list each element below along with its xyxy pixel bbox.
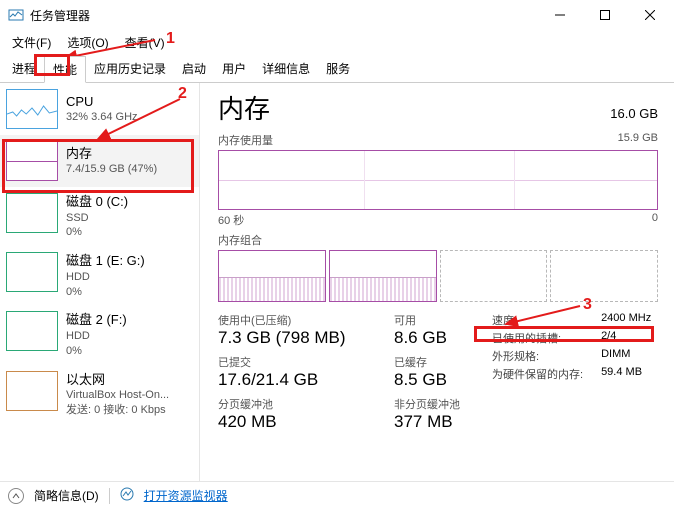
open-resource-monitor-link[interactable]: 打开资源监视器 (144, 487, 228, 504)
disk0-sub: SSD (66, 211, 128, 226)
commit-value: 17.6/21.4 GB (218, 370, 376, 390)
menu-bar: 文件(F) 选项(O) 查看(V) 1 (0, 30, 674, 55)
callout-2-arrow (90, 95, 185, 145)
used-value: 7.3 GB (798 MB) (218, 328, 376, 348)
chevron-up-icon[interactable] (8, 488, 24, 504)
slots-key: 已使用的插槽: (492, 330, 583, 346)
nonpaged-value: 377 MB (394, 412, 474, 432)
paged-label: 分页缓冲池 (218, 396, 376, 412)
app-icon (8, 7, 24, 23)
tab-users[interactable]: 用户 (214, 56, 254, 83)
eth-sub2: 发送: 0 接收: 0 Kbps (66, 403, 169, 418)
avail-value: 8.6 GB (394, 328, 474, 348)
disk1-sub: HDD (66, 270, 145, 285)
tab-services[interactable]: 服务 (318, 56, 358, 83)
cached-label: 已缓存 (394, 354, 474, 370)
disk2-sub2: 0% (66, 344, 127, 359)
title-bar: 任务管理器 (0, 0, 674, 30)
sidebar-item-ethernet[interactable]: 以太网 VirtualBox Host-On... 发送: 0 接收: 0 Kb… (0, 365, 199, 424)
status-bar: 简略信息(D) 打开资源监视器 (0, 481, 674, 509)
main-panel: 内存 16.0 GB 内存使用量 15.9 GB 60 秒 0 内存组合 使用中… (200, 83, 674, 481)
hw-key: 为硬件保留的内存: (492, 366, 583, 382)
tab-processes[interactable]: 进程 (4, 56, 44, 83)
resmon-icon (120, 487, 134, 504)
menu-file[interactable]: 文件(F) (6, 32, 57, 53)
tab-bar: 进程 性能 应用历史记录 启动 用户 详细信息 服务 (0, 55, 674, 83)
axis-right: 0 (652, 212, 658, 228)
usage-max: 15.9 GB (618, 132, 658, 148)
disk2-title: 磁盘 2 (F:) (66, 311, 127, 329)
form-val: DIMM (601, 348, 651, 364)
tab-details[interactable]: 详细信息 (254, 56, 318, 83)
usage-graph (218, 150, 658, 210)
sidebar: CPU 32% 3.64 GHz 内存 7.4/15.9 GB (47%) 磁盘… (0, 83, 200, 481)
mem-title: 内存 (66, 145, 157, 163)
mem-sub: 7.4/15.9 GB (47%) (66, 162, 157, 177)
cached-value: 8.5 GB (394, 370, 474, 390)
disk0-thumb (6, 193, 58, 233)
mem-slot-4 (550, 250, 658, 302)
mem-slot-3 (440, 250, 548, 302)
tab-startup[interactable]: 启动 (174, 56, 214, 83)
axis-left: 60 秒 (218, 212, 244, 228)
nonpaged-label: 非分页缓冲池 (394, 396, 474, 412)
disk1-title: 磁盘 1 (E: G:) (66, 252, 145, 270)
mem-thumb (6, 141, 58, 181)
usage-label: 内存使用量 (218, 132, 273, 148)
window-title: 任务管理器 (30, 7, 537, 24)
disk2-thumb (6, 311, 58, 351)
disk2-sub: HDD (66, 329, 127, 344)
sidebar-item-disk1[interactable]: 磁盘 1 (E: G:) HDD 0% (0, 246, 199, 305)
kv-block: 速度: 2400 MHz 已使用的插槽: 2/4 外形规格: DIMM 为硬件保… (492, 312, 651, 432)
disk0-sub2: 0% (66, 225, 128, 240)
close-button[interactable] (627, 0, 672, 30)
hw-val: 59.4 MB (601, 366, 651, 382)
slots-val: 2/4 (601, 330, 651, 346)
minimize-button[interactable] (537, 0, 582, 30)
avail-label: 可用 (394, 312, 474, 328)
disk1-sub2: 0% (66, 285, 145, 300)
total-memory: 16.0 GB (610, 106, 658, 121)
disk0-title: 磁盘 0 (C:) (66, 193, 128, 211)
maximize-button[interactable] (582, 0, 627, 30)
divider (109, 488, 110, 504)
paged-value: 420 MB (218, 412, 376, 432)
content: CPU 32% 3.64 GHz 内存 7.4/15.9 GB (47%) 磁盘… (0, 83, 674, 481)
tab-performance[interactable]: 性能 (44, 56, 86, 83)
speed-val: 2400 MHz (601, 312, 651, 328)
page-title: 内存 (218, 89, 270, 126)
sidebar-item-disk0[interactable]: 磁盘 0 (C:) SSD 0% (0, 187, 199, 246)
eth-thumb (6, 371, 58, 411)
mem-slot-1 (218, 250, 326, 302)
composition-label: 内存组合 (218, 232, 262, 248)
fewer-details-link[interactable]: 简略信息(D) (34, 487, 99, 504)
tab-app-history[interactable]: 应用历史记录 (86, 56, 174, 83)
composition-graph (218, 250, 658, 302)
eth-sub: VirtualBox Host-On... (66, 388, 169, 403)
eth-title: 以太网 (66, 371, 169, 389)
form-key: 外形规格: (492, 348, 583, 364)
commit-label: 已提交 (218, 354, 376, 370)
callout-3-arrow (500, 302, 590, 328)
disk1-thumb (6, 252, 58, 292)
used-label: 使用中(已压缩) (218, 312, 376, 328)
stats-block: 使用中(已压缩) 7.3 GB (798 MB) 已提交 17.6/21.4 G… (218, 312, 658, 432)
sidebar-item-disk2[interactable]: 磁盘 2 (F:) HDD 0% (0, 305, 199, 364)
cpu-thumb (6, 89, 58, 129)
mem-slot-2 (329, 250, 437, 302)
